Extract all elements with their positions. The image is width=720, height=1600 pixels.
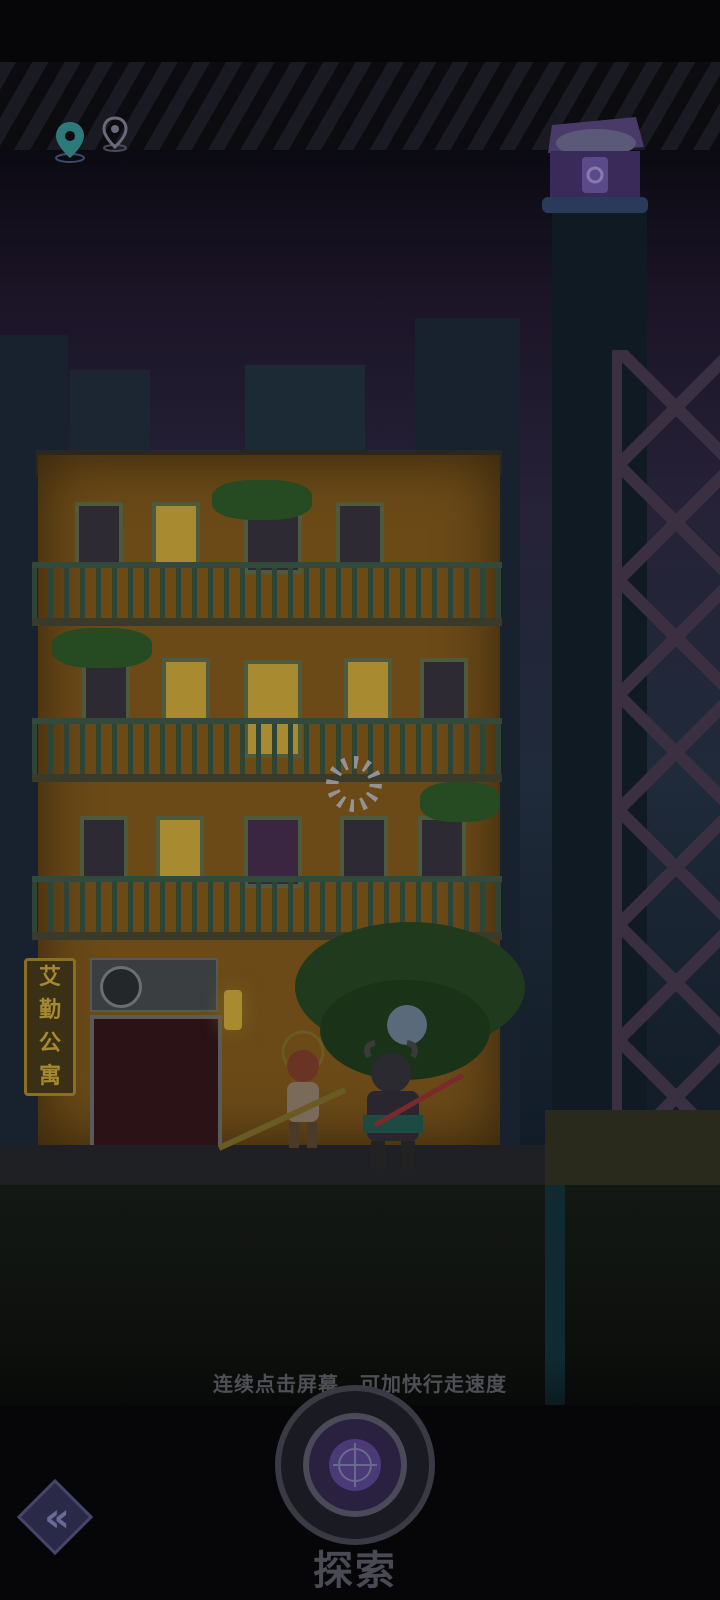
hanging-vine xyxy=(420,782,500,822)
hanging-vine xyxy=(212,480,312,520)
sign-char: 艾 xyxy=(38,964,61,990)
bull-demon-character xyxy=(363,1005,465,1169)
sign-char: 公 xyxy=(38,1030,61,1056)
monkey-hero-character xyxy=(217,1030,347,1151)
window xyxy=(420,658,468,722)
window xyxy=(75,502,123,566)
hanging-vine xyxy=(52,628,152,668)
window xyxy=(156,816,204,880)
balcony-railing xyxy=(32,562,502,624)
apartment-entrance xyxy=(90,1015,222,1155)
double-chevron-left-icon[interactable]: « xyxy=(30,1494,84,1542)
wall-lamp xyxy=(224,990,242,1030)
explore-button[interactable] xyxy=(275,1385,435,1545)
window xyxy=(418,816,466,880)
window xyxy=(162,658,210,722)
loading-spinner xyxy=(326,756,382,812)
floor-ledge xyxy=(32,774,502,782)
steel-scaffold xyxy=(612,350,720,1150)
window xyxy=(80,816,128,880)
sidewalk xyxy=(545,1110,720,1185)
window xyxy=(340,816,388,880)
sign-char: 勤 xyxy=(38,997,61,1023)
ac-fan-icon xyxy=(100,966,142,1008)
window xyxy=(344,658,392,722)
treasure-chest-icon[interactable] xyxy=(540,105,650,220)
balcony-railing xyxy=(32,718,502,780)
explore-button-core xyxy=(303,1413,407,1517)
game-scene[interactable]: 艾 勤 公 寓 xyxy=(0,0,720,1600)
explore-button-label[interactable]: 探索 xyxy=(290,1538,420,1596)
crosshair-icon xyxy=(329,1439,381,1491)
map-pin-icon[interactable] xyxy=(100,114,130,154)
floor-ledge xyxy=(32,618,502,626)
apartment-sign: 艾 勤 公 寓 xyxy=(24,958,76,1096)
sign-char: 寓 xyxy=(38,1063,61,1089)
map-pin-icon[interactable] xyxy=(52,118,88,164)
window xyxy=(152,502,200,566)
air-conditioner xyxy=(90,958,218,1012)
window xyxy=(336,502,384,566)
